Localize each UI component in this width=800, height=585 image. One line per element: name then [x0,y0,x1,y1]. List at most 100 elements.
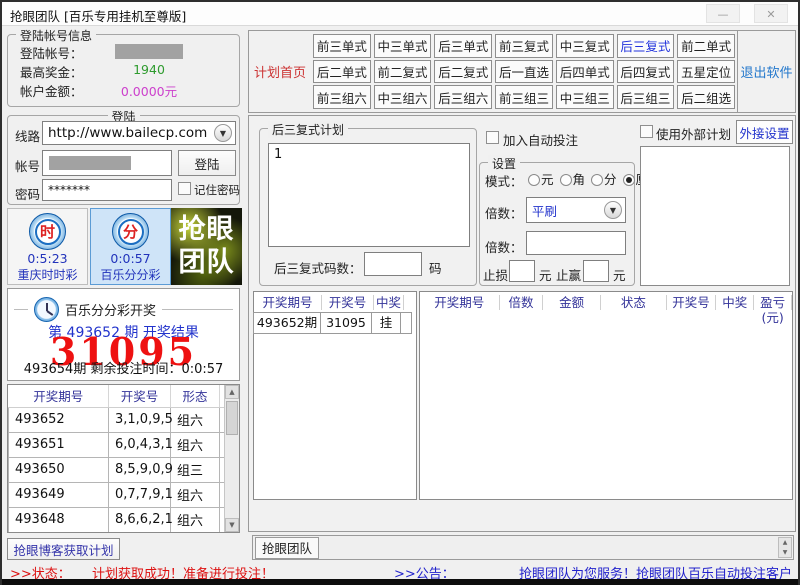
plan-textarea[interactable]: 1 [268,143,470,247]
minute-icon: 分 [112,213,149,250]
line-combobox[interactable]: http://www.bailecp.com [42,121,236,145]
cqssc-countdown: 0:5:23 [8,251,87,266]
tab-后二复式[interactable]: 后二复式 [434,60,492,84]
external-plan-checkbox[interactable] [640,125,653,138]
bottom-scrollbar[interactable]: ▲ ▼ [778,537,792,558]
bet-row[interactable]: 493652期31095挂 [254,313,416,334]
account-value-redacted [115,44,183,59]
history-cell: 组三 [171,532,220,533]
tab-前三组三[interactable]: 前三组三 [495,85,553,109]
order-header-cell: 金额 [543,295,601,310]
history-row[interactable]: 4936488,6,6,2,1组六 [9,507,226,532]
bet-header-cell: 中奖 [374,295,404,310]
mode-radio-分[interactable] [591,174,603,186]
tab-前三单式[interactable]: 前三单式 [313,34,371,58]
auto-bet-checkbox[interactable] [486,131,499,144]
order-table: 开奖期号倍数金额状态开奖号中奖盈亏(元) [419,291,793,500]
cqssc-name: 重庆时时彩 [8,266,87,283]
tab-后三组三[interactable]: 后三组三 [617,85,675,109]
history-table-body: 4936523,1,0,9,5组六4936516,0,4,3,1组六493650… [9,407,226,533]
tab-中三组六[interactable]: 中三组六 [374,85,432,109]
login-info-title: 登陆帐号信息 [16,27,96,44]
username-input[interactable] [42,150,172,176]
login-info-group: 登陆帐号信息 登陆帐号： 最高奖金： 1940 帐户金额： 0.0000元 [7,34,240,107]
close-icon[interactable]: ✕ [754,4,788,23]
history-cell: 6,0,4,3,1 [109,432,171,457]
mode-radio-厘[interactable] [623,174,635,186]
tab-后三单式[interactable]: 后三单式 [434,34,492,58]
scroll-down-icon[interactable]: ▼ [225,518,239,532]
tab-后三复式[interactable]: 后三复式 [617,34,675,58]
exit-software-button[interactable]: 退出软件 [737,31,795,112]
scroll-thumb[interactable] [226,401,238,435]
stop-loss-label: 止损 [483,265,508,284]
tab-plan-home[interactable]: 计划首页 [249,31,311,112]
tab-中三单式[interactable]: 中三单式 [374,34,432,58]
bet-cell [400,312,412,334]
tab-前三复式[interactable]: 前三复式 [495,34,553,58]
multiple-label: 倍数： [485,237,523,256]
bet-table-header: 开奖期号开奖号中奖 [254,292,416,313]
logo-line1: 抢眼 [171,214,242,246]
tab-后一直选[interactable]: 后一直选 [495,60,553,84]
bet-table-body: 493652期31095挂 [254,313,416,334]
blog-plan-button[interactable]: 抢眼博客获取计划 [7,538,120,560]
tab-后二单式[interactable]: 后二单式 [313,60,371,84]
tab-中三复式[interactable]: 中三复式 [556,34,614,58]
history-cell: 组六 [171,482,220,507]
window-title: 抢眼团队 [百乐专用挂机至尊版] [10,6,186,25]
stop-loss-input[interactable] [509,260,535,282]
history-row[interactable]: 4936516,0,4,3,1组六 [9,432,226,457]
login-button[interactable]: 登陆 [178,150,236,176]
external-settings-button[interactable]: 外接设置 [736,120,793,144]
tab-中三组三[interactable]: 中三组三 [556,85,614,109]
timer-cqssc-button[interactable]: 时 0:5:23 重庆时时彩 [7,208,88,285]
max-prize-value: 1940 [115,62,183,77]
order-header-cell: 状态 [601,295,667,310]
order-header-cell: 开奖期号 [420,295,500,310]
remember-password-checkbox[interactable] [178,182,191,195]
stop-win-input[interactable] [583,260,609,282]
tab-后四复式[interactable]: 后四复式 [617,60,675,84]
plan-count-unit: 码 [429,258,442,277]
history-scrollbar[interactable]: ▲ ▼ [224,385,239,532]
history-cell: 493648 [9,507,109,532]
bottom-scroll-down-icon[interactable]: ▼ [779,548,791,558]
mode-radio-角[interactable] [560,174,572,186]
history-row[interactable]: 4936508,5,9,0,9组三 [9,457,226,482]
tab-前三组六[interactable]: 前三组六 [313,85,371,109]
username-value-redacted [49,156,131,170]
bottom-tab-team[interactable]: 抢眼团队 [255,537,319,559]
order-header-cell: 开奖号 [667,295,717,310]
external-plan-box [640,146,790,286]
logo-line2: 团队 [171,247,242,279]
minimize-icon[interactable]: — [706,4,740,23]
history-row[interactable]: 4936523,1,0,9,5组六 [9,407,226,432]
tab-后三组六[interactable]: 后三组六 [434,85,492,109]
history-cell: 493649 [9,482,109,507]
tab-前二单式[interactable]: 前二单式 [677,34,735,58]
tab-后四单式[interactable]: 后四单式 [556,60,614,84]
password-input[interactable]: ******* [42,179,172,201]
plan-count-input[interactable] [364,252,422,276]
account-label: 登陆帐号： [20,43,83,62]
mode-radio-元[interactable] [528,174,540,186]
scroll-up-icon[interactable]: ▲ [225,385,239,399]
multiple-dropdown-icon[interactable]: ▼ [604,201,622,219]
history-row[interactable]: 4936490,7,7,9,1组六 [9,482,226,507]
bottom-scroll-up-icon[interactable]: ▲ [779,538,791,548]
tab-前二复式[interactable]: 前二复式 [374,60,432,84]
title-bar: 抢眼团队 [百乐专用挂机至尊版] — ✕ [2,2,798,26]
tab-后二组选[interactable]: 后二组选 [677,85,735,109]
blffc-name: 百乐分分彩 [91,266,170,283]
password-label: 密码 [15,184,40,203]
line-dropdown-icon[interactable]: ▼ [214,124,232,142]
history-cell: 8,5,9,0,9 [109,457,171,482]
timer-blffc-button[interactable]: 分 0:0:57 百乐分分彩 [90,208,171,285]
history-cell: 493652 [9,407,109,432]
history-row[interactable]: 4936472,3,5,9,5组三 [9,532,226,533]
settings-title: 设置 [488,155,520,172]
team-logo: 抢眼 团队 [171,208,242,285]
multiple-input[interactable] [526,231,626,255]
tab-五星定位[interactable]: 五星定位 [677,60,735,84]
